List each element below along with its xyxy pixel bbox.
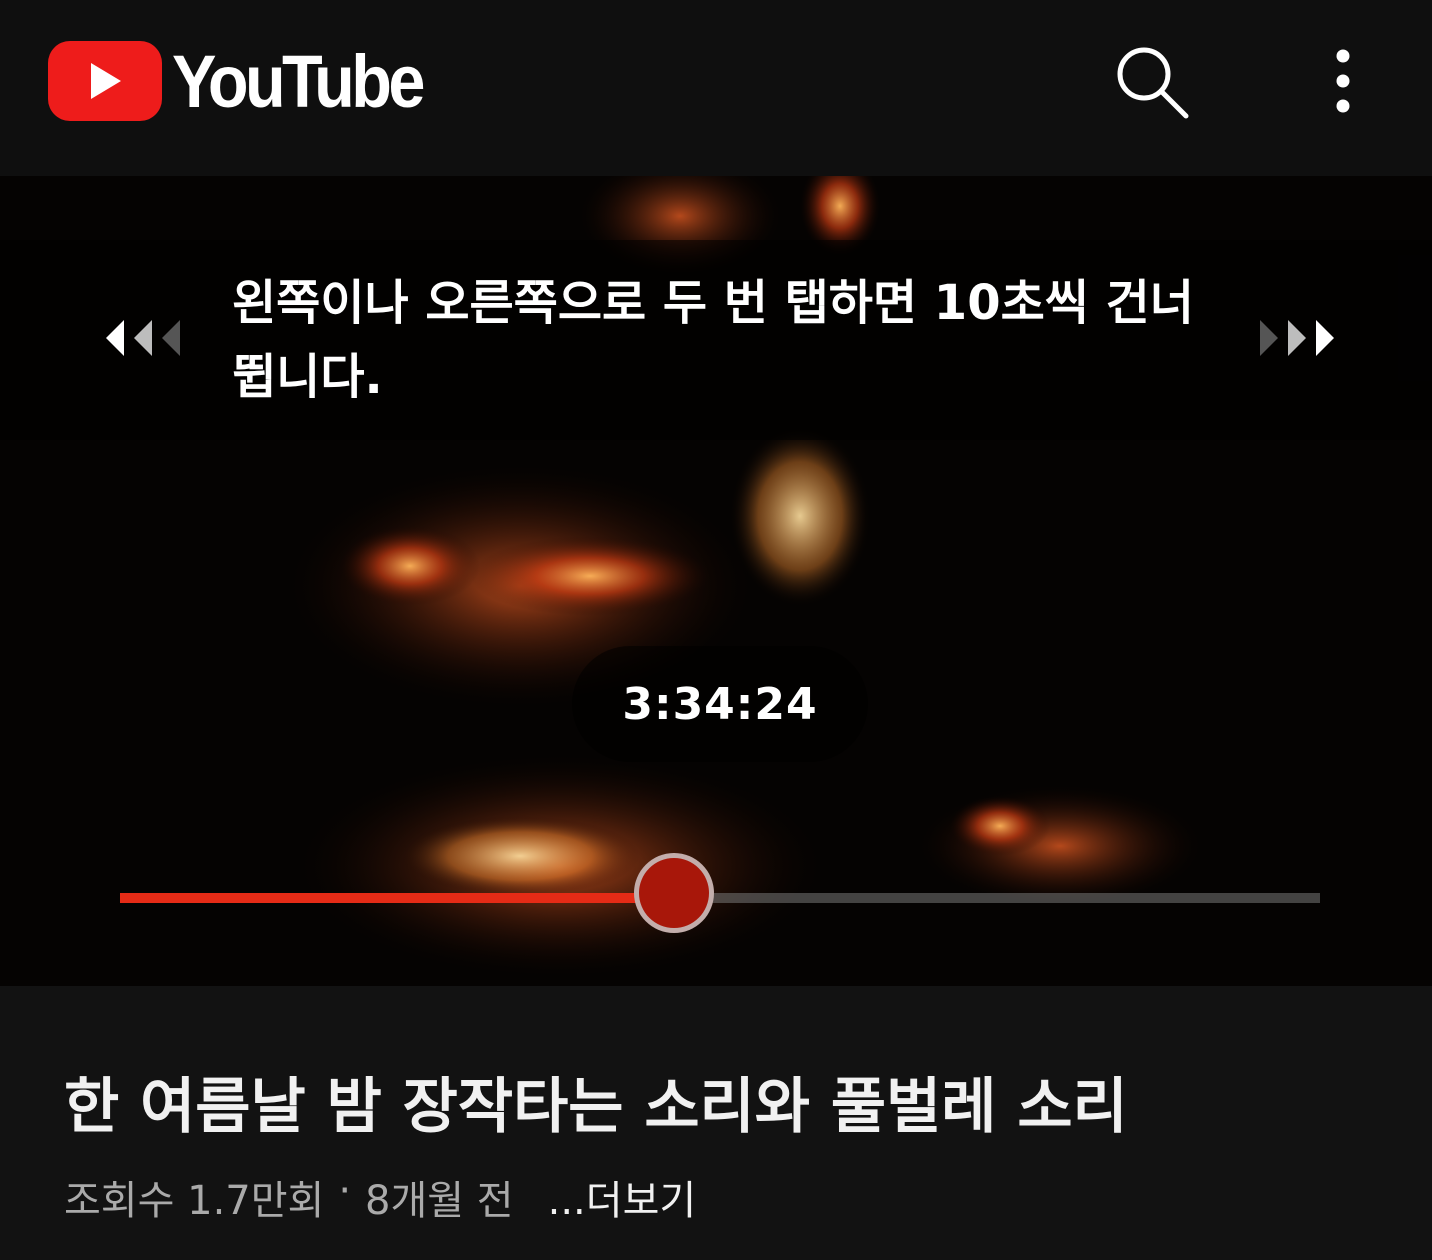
view-count: 조회수 1.7만회 bbox=[64, 1178, 325, 1224]
more-vert-icon bbox=[1336, 49, 1350, 113]
seek-time-tooltip: 3:34:24 bbox=[572, 646, 868, 762]
video-meta: 조회수 1.7만회 · 8개월 전 ...더보기 bbox=[64, 1168, 696, 1226]
double-tap-hint: 왼쪽이나 오른쪽으로 두 번 탭하면 10초씩 건너뜁니다. bbox=[0, 240, 1432, 440]
app-header: YouTube bbox=[0, 0, 1432, 176]
progress-played bbox=[120, 893, 675, 903]
search-button[interactable] bbox=[1108, 38, 1194, 124]
video-info: 한 여름날 밤 장작타는 소리와 풀벌레 소리 조회수 1.7만회 · 8개월 … bbox=[0, 986, 1432, 1260]
brand-name: YouTube bbox=[172, 39, 425, 123]
double-tap-hint-text: 왼쪽이나 오른쪽으로 두 번 탭하면 10초씩 건너뜁니다. bbox=[232, 275, 1194, 405]
more-options-button[interactable] bbox=[1310, 38, 1376, 124]
search-icon bbox=[1117, 47, 1189, 119]
rewind-hint-icon bbox=[104, 318, 188, 358]
forward-hint-icon bbox=[1252, 318, 1336, 358]
youtube-logo[interactable]: YouTube bbox=[48, 39, 450, 123]
video-player[interactable]: 왼쪽이나 오른쪽으로 두 번 탭하면 10초씩 건너뜁니다. 3:34:24 bbox=[0, 176, 1432, 986]
meta-separator: · bbox=[338, 1168, 352, 1214]
video-title: 한 여름날 밤 장작타는 소리와 풀벌레 소리 bbox=[64, 1072, 1128, 1142]
upload-age: 8개월 전 bbox=[365, 1178, 514, 1224]
scrubber-handle[interactable] bbox=[634, 853, 715, 933]
progress-bar[interactable] bbox=[120, 853, 1320, 933]
show-more-link[interactable]: ...더보기 bbox=[548, 1168, 697, 1226]
current-time: 3:34:24 bbox=[622, 678, 818, 730]
youtube-play-icon bbox=[48, 41, 162, 121]
